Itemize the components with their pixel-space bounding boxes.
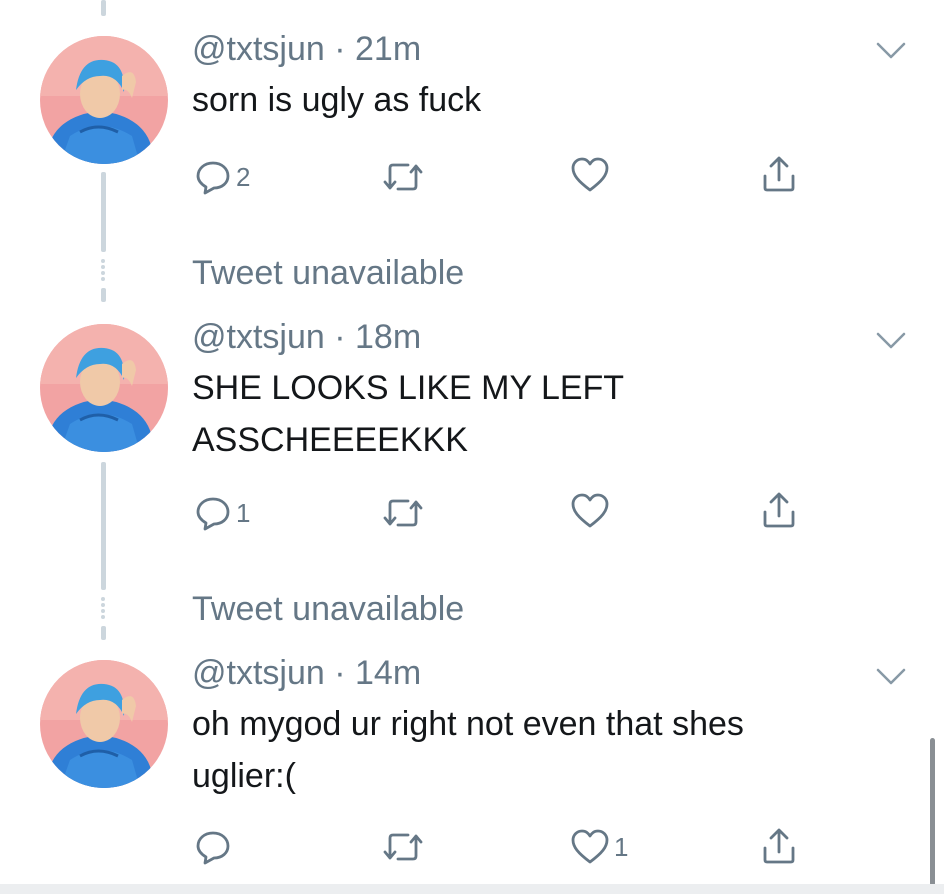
more-options-caret[interactable] (876, 42, 906, 65)
chevron-down-icon[interactable] (876, 668, 906, 686)
separator: · (334, 654, 346, 692)
reply-button[interactable] (194, 828, 236, 866)
tweet-header[interactable]: @txtsjun · 18m (192, 318, 421, 357)
tweet-text: SHE LOOKS LIKE MY LEFT ASSCHEEEEKKK (192, 362, 624, 466)
share-button[interactable] (760, 490, 798, 530)
user-handle[interactable]: @txtsjun (192, 30, 325, 68)
thread-connector (101, 288, 106, 302)
like-button[interactable] (570, 156, 614, 194)
chevron-down-icon[interactable] (876, 42, 906, 60)
tweet-text: sorn is ugly as fuck (192, 74, 481, 126)
retweet-icon (383, 833, 423, 861)
like-button[interactable]: 1 (570, 828, 628, 866)
separator: · (334, 30, 346, 68)
avatar[interactable] (40, 324, 168, 452)
reply-count: 2 (236, 161, 251, 192)
profile-photo-icon (40, 36, 168, 164)
thread-gap-dots (98, 258, 108, 282)
tweet-unavailable: Tweet unavailable (192, 254, 465, 292)
like-button[interactable] (570, 492, 614, 530)
share-button[interactable] (760, 154, 798, 194)
chevron-down-icon[interactable] (876, 332, 906, 350)
avatar[interactable] (40, 660, 168, 788)
retweet-button[interactable] (380, 158, 430, 196)
avatar[interactable] (40, 36, 168, 164)
tweet-text: oh mygod ur right not even that shes ugl… (192, 698, 744, 802)
reply-icon (196, 161, 230, 195)
reply-button[interactable]: 2 (194, 158, 250, 196)
tweet-header[interactable]: @txtsjun · 14m (192, 654, 421, 693)
thread-connector (101, 172, 106, 252)
more-options-caret[interactable] (876, 332, 906, 355)
tweet-text-line: SHE LOOKS LIKE MY LEFT (192, 369, 625, 407)
tweet-unavailable: Tweet unavailable (192, 590, 465, 628)
heart-icon (571, 493, 609, 528)
retweet-button[interactable] (380, 828, 430, 866)
bottom-divider (0, 884, 944, 894)
share-button[interactable] (760, 826, 798, 866)
thread-connector (101, 626, 106, 640)
tweet-text-line: uglier:( (192, 757, 296, 795)
profile-photo-icon (40, 660, 168, 788)
profile-photo-icon (40, 324, 168, 452)
tweet-text-line: oh mygod ur right not even that shes (192, 705, 744, 743)
share-icon (763, 156, 795, 192)
heart-icon (571, 157, 609, 192)
thread-gap-dots (98, 596, 108, 620)
reply-icon (196, 831, 230, 865)
thread-connector (101, 462, 106, 590)
retweet-button[interactable] (380, 494, 430, 532)
tweet-text-line: ASSCHEEEEKKK (192, 421, 468, 459)
scrollbar[interactable] (930, 738, 935, 886)
timestamp[interactable]: 21m (355, 30, 421, 68)
heart-icon (571, 829, 609, 864)
thread-connector (101, 0, 106, 16)
user-handle[interactable]: @txtsjun (192, 654, 325, 692)
like-count: 1 (614, 831, 629, 862)
reply-count: 1 (236, 497, 251, 528)
retweet-icon (383, 499, 423, 527)
share-icon (763, 492, 795, 528)
reply-button[interactable]: 1 (194, 494, 250, 532)
reply-icon (196, 497, 230, 531)
timestamp[interactable]: 14m (355, 654, 421, 692)
timestamp[interactable]: 18m (355, 318, 421, 356)
share-icon (763, 828, 795, 864)
user-handle[interactable]: @txtsjun (192, 318, 325, 356)
more-options-caret[interactable] (876, 668, 906, 691)
retweet-icon (383, 163, 423, 191)
tweet-header[interactable]: @txtsjun · 21m (192, 30, 421, 69)
separator: · (334, 318, 346, 356)
tweet-text-line: sorn is ugly as fuck (192, 81, 482, 119)
